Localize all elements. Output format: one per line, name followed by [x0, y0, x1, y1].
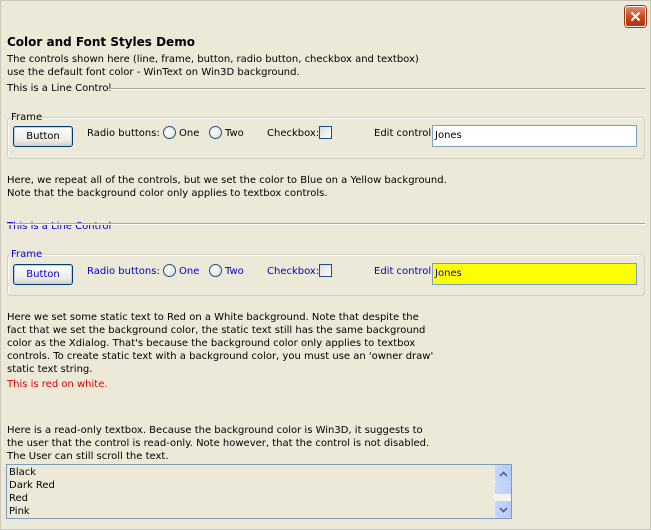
para2-line-2: Note that the background color only appl… [7, 188, 328, 199]
edit-control-label: Edit control: [374, 128, 435, 139]
para3-line-3: color as the Xdialog. That's because the… [7, 338, 416, 349]
button-2-label: Button [26, 269, 60, 280]
list-item: Dark Red [9, 480, 55, 491]
page-title: Color and Font Styles Demo [7, 35, 195, 49]
line-control-label-blue: This is a Line Control [7, 221, 112, 232]
list-item: Red [9, 493, 28, 504]
close-icon [630, 11, 641, 22]
radio-one-label: One [179, 128, 200, 139]
list-item: Black [9, 467, 37, 478]
para2-line-1: Here, we repeat all of the controls, but… [7, 175, 447, 186]
chevron-up-icon [499, 470, 508, 477]
radio-two-label-blue: Two [225, 266, 244, 277]
vertical-scrollbar[interactable] [494, 465, 511, 518]
checkbox[interactable] [319, 126, 332, 139]
checkbox-blue[interactable] [319, 264, 332, 277]
button-1[interactable]: Button [13, 126, 73, 147]
radio-two[interactable] [209, 126, 222, 139]
radio-one-blue[interactable] [163, 264, 176, 277]
close-button[interactable] [625, 6, 646, 27]
edit-control-label-blue: Edit control: [374, 266, 435, 277]
radio-group-label: Radio buttons: [87, 128, 160, 139]
intro-text-line-1: The controls shown here (line, frame, bu… [7, 54, 419, 65]
para4-line-1: Here is a read-only textbox. Because the… [7, 425, 423, 436]
scroll-up-button[interactable] [495, 465, 511, 482]
para3-line-5: static text string. [7, 364, 93, 375]
frame-1-label: Frame [10, 111, 44, 124]
dialog-window: Color and Font Styles Demo The controls … [0, 0, 651, 530]
radio-one-label-blue: One [179, 266, 200, 277]
button-2[interactable]: Button [13, 264, 73, 285]
intro-text-line-2: use the default font color - WinText on … [7, 67, 300, 78]
radio-group-label-blue: Radio buttons: [87, 266, 160, 277]
red-static-text: This is red on white. [7, 379, 108, 390]
line-control-label: This is a Line Control [7, 83, 112, 94]
radio-one[interactable] [163, 126, 176, 139]
para4-line-2: the user that the control is read-only. … [7, 438, 430, 449]
frame-2-label: Frame [10, 248, 44, 261]
para3-line-1: Here we set some static text to Red on a… [7, 312, 419, 323]
checkbox-label-blue: Checkbox: [267, 266, 320, 277]
radio-two-blue[interactable] [209, 264, 222, 277]
checkbox-label: Checkbox: [267, 128, 320, 139]
para4-line-3: The User can still scroll the text. [7, 451, 169, 462]
radio-two-label: Two [225, 128, 244, 139]
scroll-thumb[interactable] [495, 482, 511, 494]
list-item: Pink [9, 506, 30, 517]
para3-line-2: fact that we set the background color, t… [7, 325, 426, 336]
scroll-down-button[interactable] [495, 501, 511, 518]
para3-line-4: controls. To create static text with a b… [7, 351, 434, 362]
line-control [108, 88, 645, 90]
edit-control-yellow[interactable]: Jones [432, 263, 637, 285]
chevron-down-icon [499, 506, 508, 513]
line-control-blue [7, 223, 645, 225]
button-1-label: Button [26, 131, 60, 142]
readonly-textbox[interactable]: Black Dark Red Red Pink [6, 464, 512, 519]
edit-control[interactable]: Jones [432, 125, 637, 147]
